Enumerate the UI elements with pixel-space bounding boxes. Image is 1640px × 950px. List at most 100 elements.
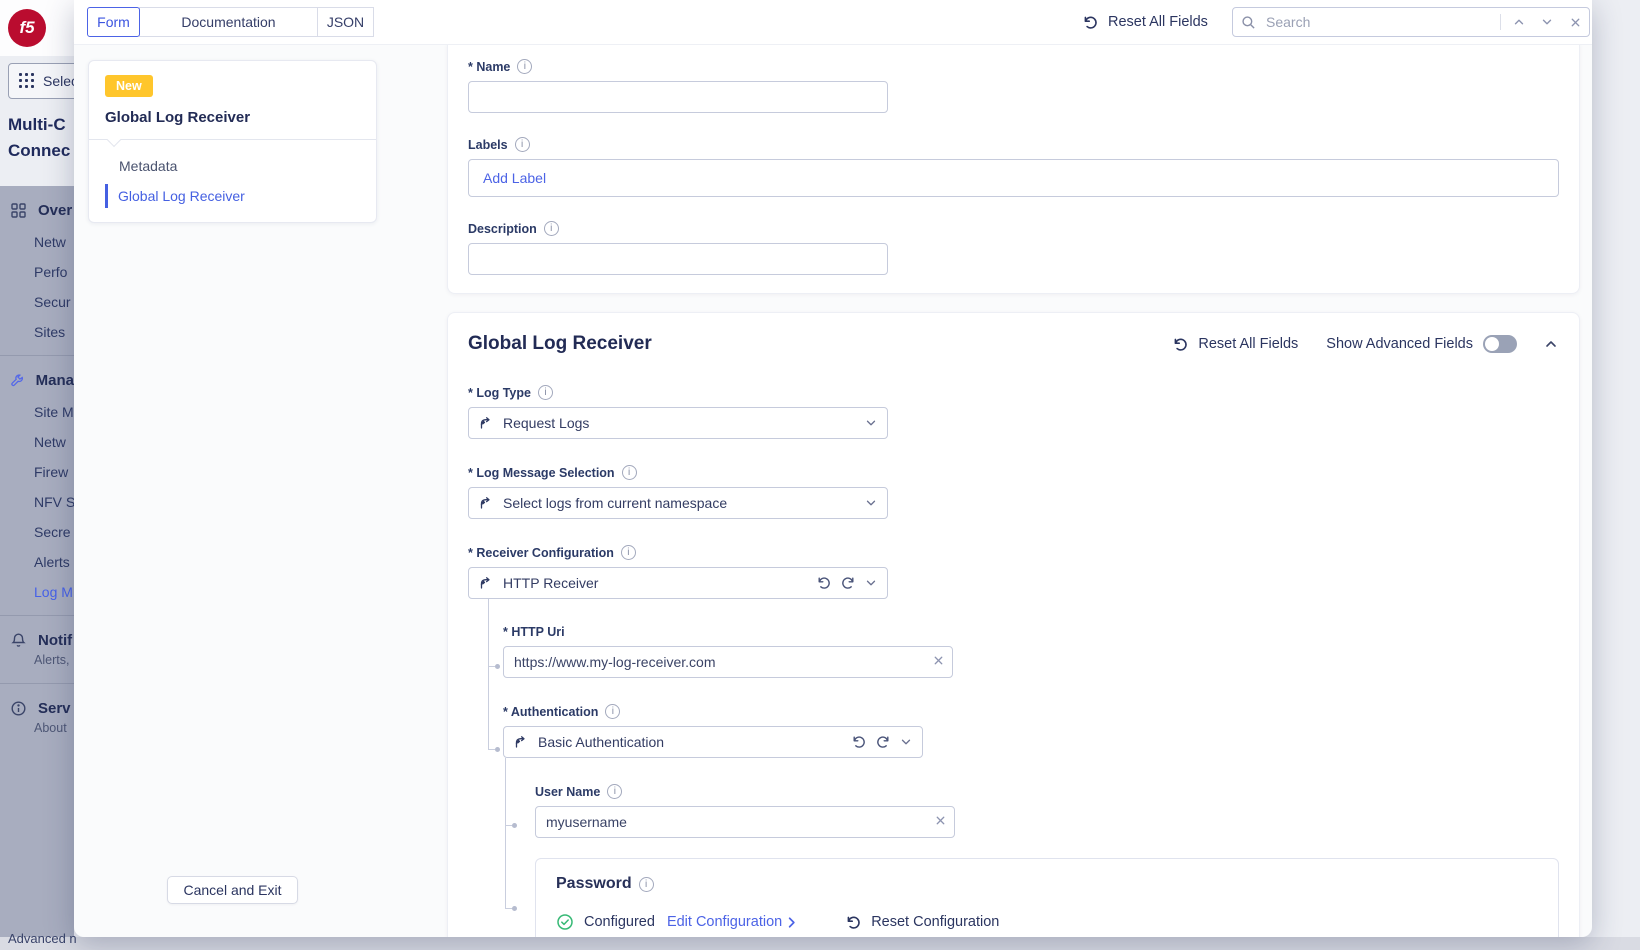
notch <box>107 133 121 147</box>
receiver-configuration-select[interactable]: HTTP Receiver <box>468 567 888 599</box>
info-icon[interactable]: i <box>639 877 654 892</box>
tab-documentation[interactable]: Documentation <box>139 7 318 37</box>
sidebar-item-networking-manage[interactable]: Netw <box>0 427 74 457</box>
sidebar-subtext-service: About <box>0 721 74 743</box>
connector-stub <box>488 749 495 750</box>
sidebar-item-security[interactable]: Secur <box>0 287 74 317</box>
log-message-selection-select[interactable]: Select logs from current namespace <box>468 487 888 519</box>
http-uri-input[interactable] <box>503 646 953 678</box>
refresh-field-icon[interactable] <box>840 575 856 591</box>
info-icon[interactable]: i <box>517 59 532 74</box>
status-badge: New <box>105 75 153 97</box>
labels-box[interactable]: Add Label <box>468 159 1559 197</box>
reset-field-icon[interactable] <box>816 575 832 591</box>
search-prev-button[interactable] <box>1505 8 1533 36</box>
search-input[interactable] <box>1264 13 1496 31</box>
sidebar-item-manage[interactable]: Mana <box>0 364 74 397</box>
backdrop-header: f5 <box>0 0 74 56</box>
sidebar-item-performance[interactable]: Perfo <box>0 257 74 287</box>
sidebar-item-firewall[interactable]: Firew <box>0 457 74 487</box>
search-next-button[interactable] <box>1533 8 1561 36</box>
branch-icon <box>478 415 494 431</box>
backdrop-page-title: Multi-C Connec <box>8 112 74 164</box>
chevron-right-icon <box>784 915 799 930</box>
wizard-step-metadata[interactable]: Metadata <box>89 150 376 182</box>
labels-field-label-row: Labels i <box>468 137 1559 152</box>
close-icon <box>1569 16 1582 29</box>
divider <box>1500 14 1501 30</box>
screen: f5 Selec Multi-C Connec Over Netw Perfo … <box>0 0 1640 950</box>
show-advanced-fields-toggle[interactable] <box>1483 335 1517 353</box>
select-actions <box>816 575 878 591</box>
user-name-label-row: User Name i <box>535 784 1559 799</box>
reset-configuration-button[interactable]: Reset Configuration <box>845 914 999 931</box>
refresh-field-icon[interactable] <box>875 734 891 750</box>
check-circle-icon <box>556 913 574 931</box>
log-type-select[interactable]: Request Logs <box>468 407 888 439</box>
backdrop-bottom-strip <box>0 937 1640 950</box>
reset-field-icon[interactable] <box>851 734 867 750</box>
create-drawer: Form Documentation JSON Reset All Fields <box>74 0 1592 937</box>
connector-line <box>488 599 489 749</box>
http-uri-label-row: * HTTP Uri <box>503 625 1559 639</box>
sidebar-item-alerts[interactable]: Alerts <box>0 547 74 577</box>
name-label: * Name <box>468 60 510 74</box>
wizard-step-global-log-receiver[interactable]: Global Log Receiver <box>105 184 376 208</box>
info-icon[interactable]: i <box>621 545 636 560</box>
divider <box>0 615 74 616</box>
advanced-nav-note[interactable]: Advanced n <box>8 931 77 946</box>
user-name-input-wrap <box>535 806 955 838</box>
sidebar-item-secrets[interactable]: Secre <box>0 517 74 547</box>
chevron-up-icon <box>1512 15 1526 29</box>
branch-icon <box>513 734 529 750</box>
info-icon[interactable]: i <box>607 784 622 799</box>
page-title-line2: Connec <box>8 138 74 164</box>
log-type-label: * Log Type <box>468 386 531 400</box>
branch-icon <box>478 575 494 591</box>
app-launcher-button[interactable]: Selec <box>8 63 74 99</box>
bell-icon <box>10 632 27 649</box>
sidebar-item-nfv[interactable]: NFV S <box>0 487 74 517</box>
info-icon[interactable]: i <box>605 704 620 719</box>
wizard-nav-card: New Global Log Receiver Metadata Global … <box>88 60 377 223</box>
labels-label: Labels <box>468 138 508 152</box>
sidebar-item-sites[interactable]: Sites <box>0 317 74 347</box>
sidebar-item-label: Over <box>38 202 72 219</box>
authentication-select[interactable]: Basic Authentication <box>503 726 923 758</box>
connector-stub <box>488 666 495 667</box>
info-icon[interactable]: i <box>538 385 553 400</box>
search-close-button[interactable] <box>1561 8 1589 36</box>
collapse-section-button[interactable] <box>1543 336 1559 352</box>
receiver-configuration-children: * HTTP Uri * Authentication i <box>503 625 1559 937</box>
clear-user-name-button[interactable] <box>934 814 947 827</box>
tab-form[interactable]: Form <box>87 7 140 37</box>
user-name-input[interactable] <box>535 806 955 838</box>
sidebar-item-overview[interactable]: Over <box>0 194 74 227</box>
description-input[interactable] <box>468 243 888 275</box>
connector-dot <box>512 823 517 828</box>
info-circle-icon <box>10 700 27 717</box>
info-icon[interactable]: i <box>544 221 559 236</box>
edit-configuration-link[interactable]: Edit Configuration <box>667 914 799 930</box>
sidebar-item-networking[interactable]: Netw <box>0 227 74 257</box>
reset-all-fields-button[interactable]: Reset All Fields <box>1082 0 1208 44</box>
search-icon <box>1241 15 1256 30</box>
chevron-up-icon <box>1543 336 1559 352</box>
log-type-value: Request Logs <box>503 415 855 431</box>
drawer-topbar: Form Documentation JSON Reset All Fields <box>74 0 1592 45</box>
reset-icon <box>1082 14 1099 31</box>
password-status-row: Configured Edit Configuration Reset Conf… <box>556 913 1538 931</box>
sidebar-item-site-management[interactable]: Site M <box>0 397 74 427</box>
add-label-button[interactable]: Add Label <box>483 170 546 186</box>
sidebar-item-label: Mana <box>36 372 74 389</box>
section-reset-all-button[interactable]: Reset All Fields <box>1172 336 1298 353</box>
info-icon[interactable]: i <box>515 137 530 152</box>
clear-http-uri-button[interactable] <box>932 654 945 667</box>
reset-all-fields-label: Reset All Fields <box>1108 14 1208 30</box>
sidebar-item-log-management[interactable]: Log M <box>0 577 74 607</box>
name-input[interactable] <box>468 81 888 113</box>
info-icon[interactable]: i <box>622 465 637 480</box>
app-launcher-label: Selec <box>43 73 74 89</box>
cancel-and-exit-button[interactable]: Cancel and Exit <box>167 876 298 904</box>
tab-json[interactable]: JSON <box>317 7 374 37</box>
